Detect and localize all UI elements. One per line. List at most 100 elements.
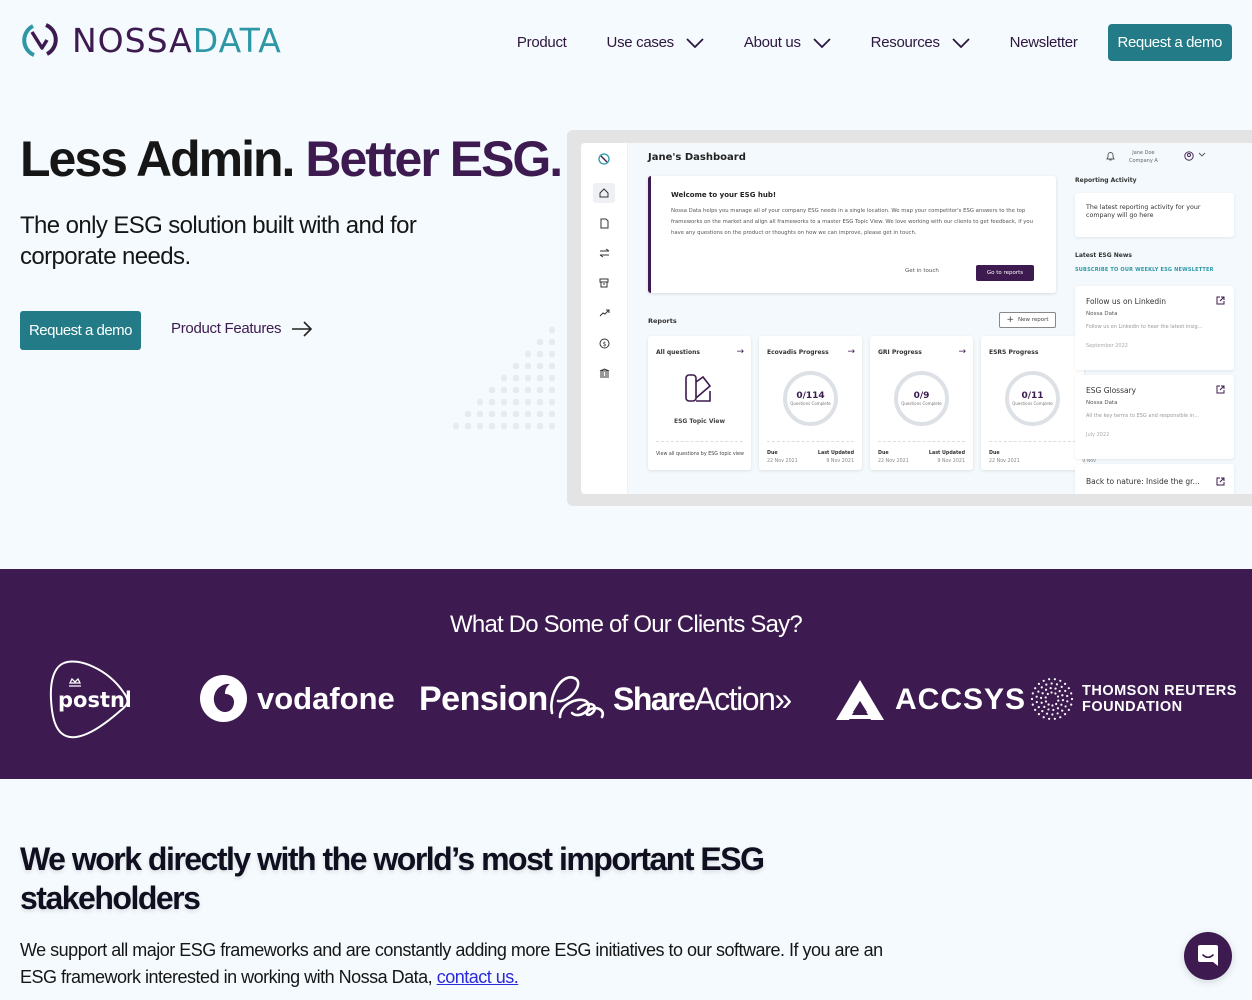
chevron-down-icon (813, 37, 831, 48)
decorative-dot (536, 374, 544, 382)
logo-dot (1045, 683, 1048, 686)
chevron-down-icon[interactable] (1198, 152, 1206, 158)
postnl-logo: postnl (48, 659, 132, 739)
news-card[interactable]: ESG Glossary Nossa Data All the key term… (1075, 375, 1234, 459)
nav-item-product[interactable]: Product (517, 34, 567, 51)
decorative-dot (548, 398, 556, 406)
progress-ring: 0/114 Questions Complete (783, 371, 838, 426)
logo-dot (1037, 690, 1040, 693)
logo-dot (1064, 689, 1067, 693)
go-to-reports-button[interactable]: Go to reports (976, 265, 1034, 281)
nav-item-use-cases[interactable]: Use cases (607, 34, 704, 51)
logo-dot (1049, 686, 1052, 690)
decorative-dot (548, 386, 556, 394)
request-demo-button[interactable]: Request a demo (20, 311, 141, 350)
progress-ring: 0/11 Questions Complete (1005, 371, 1060, 426)
swatch-book-icon (685, 374, 712, 402)
chat-launcher-button[interactable] (1184, 932, 1232, 980)
logo-dot (1037, 705, 1040, 709)
logo-dot (1041, 710, 1044, 713)
user-info: Jane Doe Company A (1129, 150, 1158, 164)
logo-dot (1042, 716, 1045, 719)
nav-item-newsletter[interactable]: Newsletter (1010, 34, 1078, 51)
latest-news-heading: Latest ESG News (1075, 252, 1132, 259)
trending-icon[interactable] (596, 305, 612, 321)
logo-dot (1066, 694, 1069, 698)
decorative-dot (488, 386, 496, 394)
logo[interactable]: NOSSADATA (20, 20, 282, 60)
request-demo-nav-button[interactable]: Request a demo (1107, 24, 1232, 61)
nav-item-resources[interactable]: Resources (871, 34, 970, 51)
decorative-dot (512, 422, 520, 430)
logo-dot (1040, 686, 1043, 689)
arrow-right-icon (292, 320, 313, 337)
logo-dot (1047, 708, 1050, 711)
new-report-button[interactable]: + New report (999, 312, 1056, 328)
news-card[interactable]: Follow us on Linkedin Nossa Data Follow … (1075, 286, 1234, 370)
hero-subtitle: The only ESG solution built with and for… (20, 212, 417, 270)
home-icon[interactable] (593, 183, 615, 203)
decorative-dot (536, 362, 544, 370)
arrow-right-icon: → (958, 347, 966, 357)
top-nav: NOSSADATA Product Use cases About us Res… (0, 0, 1252, 86)
logo-dot (1055, 683, 1059, 686)
logo-dot (1050, 691, 1053, 694)
decorative-dot (512, 398, 520, 406)
external-link-icon (1216, 296, 1225, 305)
logo-dot (1054, 687, 1057, 690)
report-card-gri[interactable]: GRI Progress → 0/9 Questions Complete Due… (870, 336, 973, 470)
transfer-icon[interactable] (596, 245, 612, 261)
decorative-dot (476, 422, 484, 430)
decorative-dot (548, 362, 556, 370)
decorative-dot (524, 350, 532, 358)
decorative-dot (524, 410, 532, 418)
logo-dot (1060, 685, 1063, 688)
logo-dot (1042, 679, 1045, 682)
decorative-dot (512, 374, 520, 382)
logo-dot (1070, 697, 1074, 701)
logo-dot (1044, 700, 1048, 703)
logo-dot (1034, 687, 1037, 690)
logo-dot (1056, 695, 1060, 698)
decorative-dot (536, 422, 544, 430)
arrow-right-icon: → (847, 347, 855, 357)
product-features-link[interactable]: Product Features (171, 320, 313, 337)
get-in-touch-button[interactable]: Get in touch (905, 268, 939, 274)
archive-icon[interactable] (596, 275, 612, 291)
stakeholders-heading: We work directly with the world’s most i… (20, 841, 765, 916)
reporting-activity-heading: Reporting Activity (1075, 177, 1137, 184)
news-card[interactable]: Back to nature: Inside the gr... (1075, 464, 1234, 494)
arrow-right-icon: → (736, 347, 744, 357)
report-card-all-questions[interactable]: All questions → ESG Topic View View all … (648, 336, 751, 470)
nav-item-about-us[interactable]: About us (744, 34, 831, 51)
nav-menu: Product Use cases About us Resources New… (477, 24, 1232, 61)
welcome-body: Nossa Data helps you manage all of your … (671, 208, 1033, 236)
welcome-heading: Welcome to your ESG hub! (671, 191, 777, 199)
logo-mark-icon (22, 23, 58, 57)
dollar-icon[interactable]: $ (596, 335, 612, 351)
report-card-ecovadis[interactable]: Ecovadis Progress → 0/114 Questions Compl… (759, 336, 862, 470)
bank-icon[interactable] (596, 365, 612, 381)
subscribe-link[interactable]: SUBSCRIBE TO OUR WEEKLY ESG NEWSLETTER (1075, 267, 1214, 273)
logo-dot (1051, 713, 1054, 716)
logo-dot (1044, 688, 1048, 691)
decorative-dot (548, 410, 556, 418)
logo-dot (1066, 700, 1069, 703)
decorative-dot (536, 386, 544, 394)
chat-icon (1198, 945, 1218, 966)
dashboard-preview: $ Jane's Dashboard Welcome to your ESG h… (581, 143, 1252, 494)
dashboard-right-panel: Jane Doe Company A Reporting Activity The… (1069, 143, 1252, 494)
logo-dot (1056, 712, 1059, 715)
pensionbee-logo: Pension (419, 673, 608, 725)
user-avatar-icon[interactable] (1184, 151, 1194, 161)
decorative-dot (488, 422, 496, 430)
logo-dot (1070, 692, 1073, 695)
plus-icon: + (1006, 315, 1014, 325)
logo-dot (1050, 682, 1053, 685)
document-icon[interactable] (596, 215, 612, 231)
contact-us-link[interactable]: contact us. (437, 967, 519, 987)
logo-dot (1063, 682, 1067, 685)
logo-dot (1051, 704, 1054, 707)
vodafone-logo: vodafone (200, 675, 395, 722)
bell-icon[interactable] (1106, 151, 1115, 161)
